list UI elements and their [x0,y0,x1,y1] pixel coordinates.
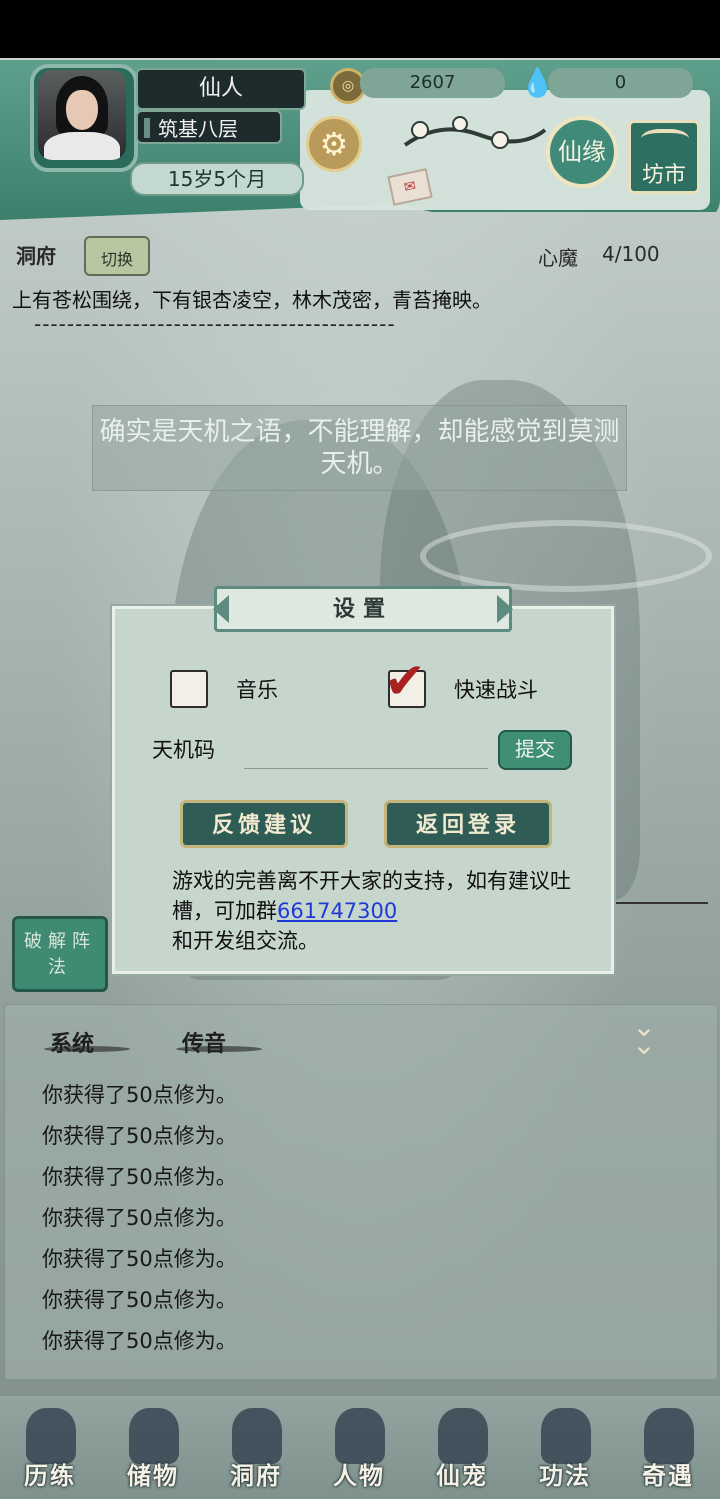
nav-label: 历练 [24,1461,76,1490]
heart-demon-value: 4/100 [602,242,660,266]
cave-label: 洞府 [16,244,56,268]
nav-label: 储物 [127,1461,179,1490]
nav-item-character[interactable]: 人物 [309,1396,409,1499]
music-checkbox[interactable] [170,670,208,708]
player-name: 仙人 [136,68,306,110]
cave-description: 上有苍松围绕，下有银杏凌空，林木茂密，青苔掩映。 [12,288,492,312]
list-item: 你获得了50点修为。 [42,1206,237,1230]
submit-button[interactable]: 提交 [498,730,572,770]
dashed-divider: ----------------------------------------… [34,312,396,336]
break-array-button[interactable]: 破解阵法 [12,916,108,992]
tianji-code-input[interactable] [244,728,488,769]
spirit-drop-icon: 💧 [520,66,555,99]
fast-battle-label: 快速战斗 [454,678,538,702]
list-item: 你获得了50点修为。 [42,1288,237,1312]
tab-system[interactable]: 系统 [44,1026,130,1057]
xianyuan-button[interactable]: 仙缘 [546,116,618,188]
nav-label: 奇遇 [642,1461,694,1490]
tab-message[interactable]: 传音 [176,1026,262,1057]
nav-label: 功法 [539,1461,591,1490]
player-age: 15岁5个月 [130,162,304,196]
tianji-code-label: 天机码 [152,738,215,762]
support-text-part: 和开发组交流。 [172,929,319,953]
nav-item-cave[interactable]: 洞府 [206,1396,306,1499]
support-text: 游戏的完善离不开大家的支持，如有建议吐槽，可加群661747300 和开发组交流。 [172,866,572,956]
nav-label: 仙宠 [436,1461,488,1490]
checkmark-icon: ✔ [384,652,426,710]
fangshi-button[interactable]: 坊市 [628,120,700,194]
list-item: 你获得了50点修为。 [42,1247,237,1271]
avatar[interactable] [38,70,126,160]
nav-label: 洞府 [230,1461,282,1490]
avatar-robe [44,132,120,160]
tianji-note: 确实是天机之语，不能理解，却能感觉到莫测天机。 [92,405,627,491]
feedback-button[interactable]: 反馈建议 [180,800,348,848]
avatar-face [66,90,98,130]
nav-item-adventure[interactable]: 奇遇 [618,1396,718,1499]
music-label: 音乐 [236,678,278,702]
nav-item-storage[interactable]: 储物 [103,1396,203,1499]
coin-count: 2607 [360,68,505,98]
heart-demon-label: 心魔 [538,246,578,270]
chat-log: 你获得了50点修为。 你获得了50点修为。 你获得了50点修为。 你获得了50点… [42,1080,642,1367]
spirit-stone-count: 0 [548,68,693,98]
branch-decoration [403,116,547,149]
relogin-button[interactable]: 返回登录 [384,800,552,848]
dialog-title: 设置 [213,586,513,632]
bottom-nav: 历练 储物 洞府 人物 仙宠 功法 奇遇 [0,1396,720,1499]
background-mist [420,520,712,592]
nav-item-pet[interactable]: 仙宠 [412,1396,512,1499]
nav-item-training[interactable]: 历练 [0,1396,100,1499]
list-item: 你获得了50点修为。 [42,1165,237,1189]
nav-label: 人物 [333,1461,385,1490]
qq-group-link[interactable]: 661747300 [277,899,397,923]
realm-level: 筑基八层 [136,110,282,144]
chevron-down-icon[interactable]: ⌄ ⌄ [628,1013,660,1059]
status-bar [0,0,720,58]
gear-icon[interactable]: ⚙ [306,116,362,172]
nav-item-skills[interactable]: 功法 [515,1396,615,1499]
divider [610,902,708,904]
list-item: 你获得了50点修为。 [42,1329,237,1353]
list-item: 你获得了50点修为。 [42,1083,237,1107]
switch-cave-button[interactable]: 切换 [84,236,150,276]
list-item: 你获得了50点修为。 [42,1124,237,1148]
